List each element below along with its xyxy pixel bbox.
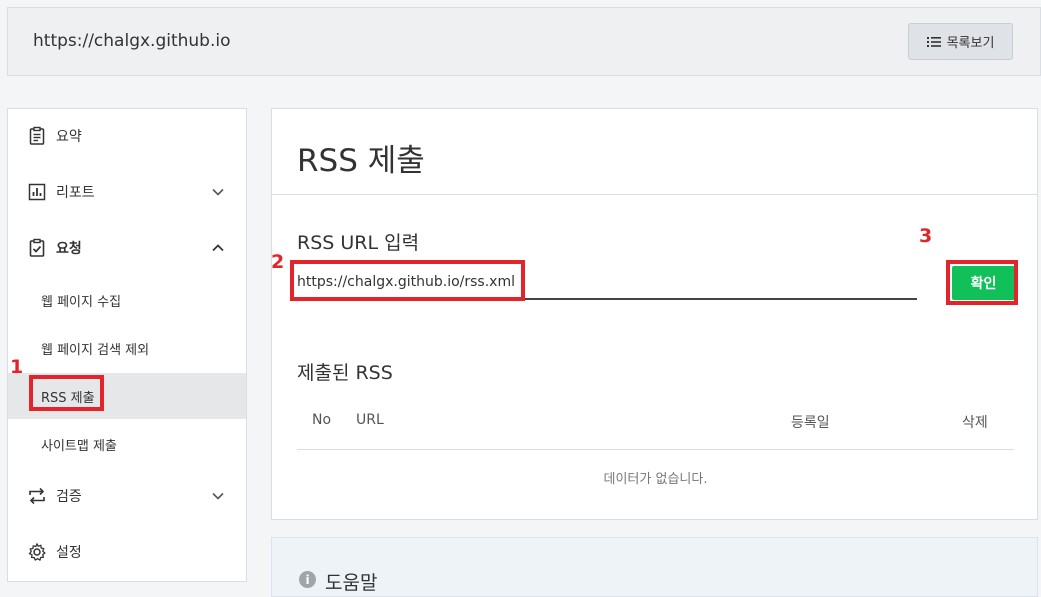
- chevron-up-icon: [212, 244, 224, 252]
- sidebar-item-report[interactable]: 리포트: [8, 169, 246, 215]
- annotation-box-url-input: [290, 260, 525, 301]
- column-header-delete: 삭제: [962, 415, 988, 431]
- annotation-number-3: 3: [919, 225, 933, 247]
- clipboard-icon: [26, 125, 48, 147]
- page-title: RSS 제출: [297, 143, 425, 179]
- sidebar: 요약 리포트 요청 웹 페이지 수집 웹 페이지 검색 제외 RSS 제출 사이…: [7, 108, 247, 582]
- table-divider: [297, 449, 1014, 450]
- list-view-label: 목록보기: [946, 36, 995, 51]
- sidebar-item-request[interactable]: 요청: [8, 225, 246, 271]
- sidebar-item-label: 요청: [56, 241, 82, 257]
- sidebar-subitem-crawl[interactable]: 웹 페이지 수집: [8, 277, 246, 323]
- sidebar-subitem-exclude[interactable]: 웹 페이지 검색 제외: [8, 325, 246, 371]
- annotation-box-rss-menu: [29, 375, 104, 411]
- bar-chart-icon: [26, 181, 48, 203]
- annotation-box-confirm: [946, 260, 1018, 305]
- main-panel: RSS 제출 RSS URL 입력 확인 제출된 RSS No URL 등록일 …: [271, 108, 1038, 520]
- sidebar-subitem-label: 사이트맵 제출: [41, 438, 117, 454]
- sidebar-item-label: 검증: [56, 489, 82, 505]
- sidebar-subitem-sitemap[interactable]: 사이트맵 제출: [8, 421, 246, 467]
- chevron-down-icon: [212, 492, 224, 500]
- sidebar-item-label: 요약: [56, 129, 82, 145]
- column-header-date: 등록일: [791, 415, 830, 431]
- list-icon: [926, 36, 941, 47]
- sidebar-item-summary[interactable]: 요약: [8, 113, 246, 159]
- gear-icon: [26, 541, 48, 563]
- sidebar-item-label: 설정: [56, 545, 82, 561]
- title-divider: [272, 194, 1037, 195]
- help-title: 도움말: [325, 572, 378, 594]
- sidebar-item-verify[interactable]: 검증: [8, 473, 246, 519]
- sidebar-subitem-label: 웹 페이지 검색 제외: [41, 342, 150, 358]
- site-url: https://chalgx.github.io: [33, 31, 231, 51]
- list-view-button[interactable]: 목록보기: [908, 23, 1013, 60]
- column-header-url: URL: [356, 412, 384, 428]
- info-icon: i: [299, 571, 316, 588]
- column-header-no: No: [312, 412, 332, 428]
- empty-table-message: 데이터가 없습니다.: [603, 472, 708, 487]
- sidebar-item-settings[interactable]: 설정: [8, 529, 246, 575]
- chevron-down-icon: [212, 188, 224, 196]
- help-panel: i 도움말: [271, 537, 1038, 597]
- rss-url-section-label: RSS URL 입력: [297, 232, 420, 254]
- submitted-rss-label: 제출된 RSS: [297, 362, 393, 384]
- sidebar-subitem-label: 웹 페이지 수집: [41, 294, 122, 310]
- annotation-number-2: 2: [271, 251, 285, 273]
- sidebar-item-label: 리포트: [56, 185, 95, 201]
- clipboard-check-icon: [26, 237, 48, 259]
- repeat-icon: [26, 485, 48, 507]
- annotation-number-1: 1: [10, 356, 24, 378]
- top-bar: https://chalgx.github.io 목록보기: [7, 7, 1041, 76]
